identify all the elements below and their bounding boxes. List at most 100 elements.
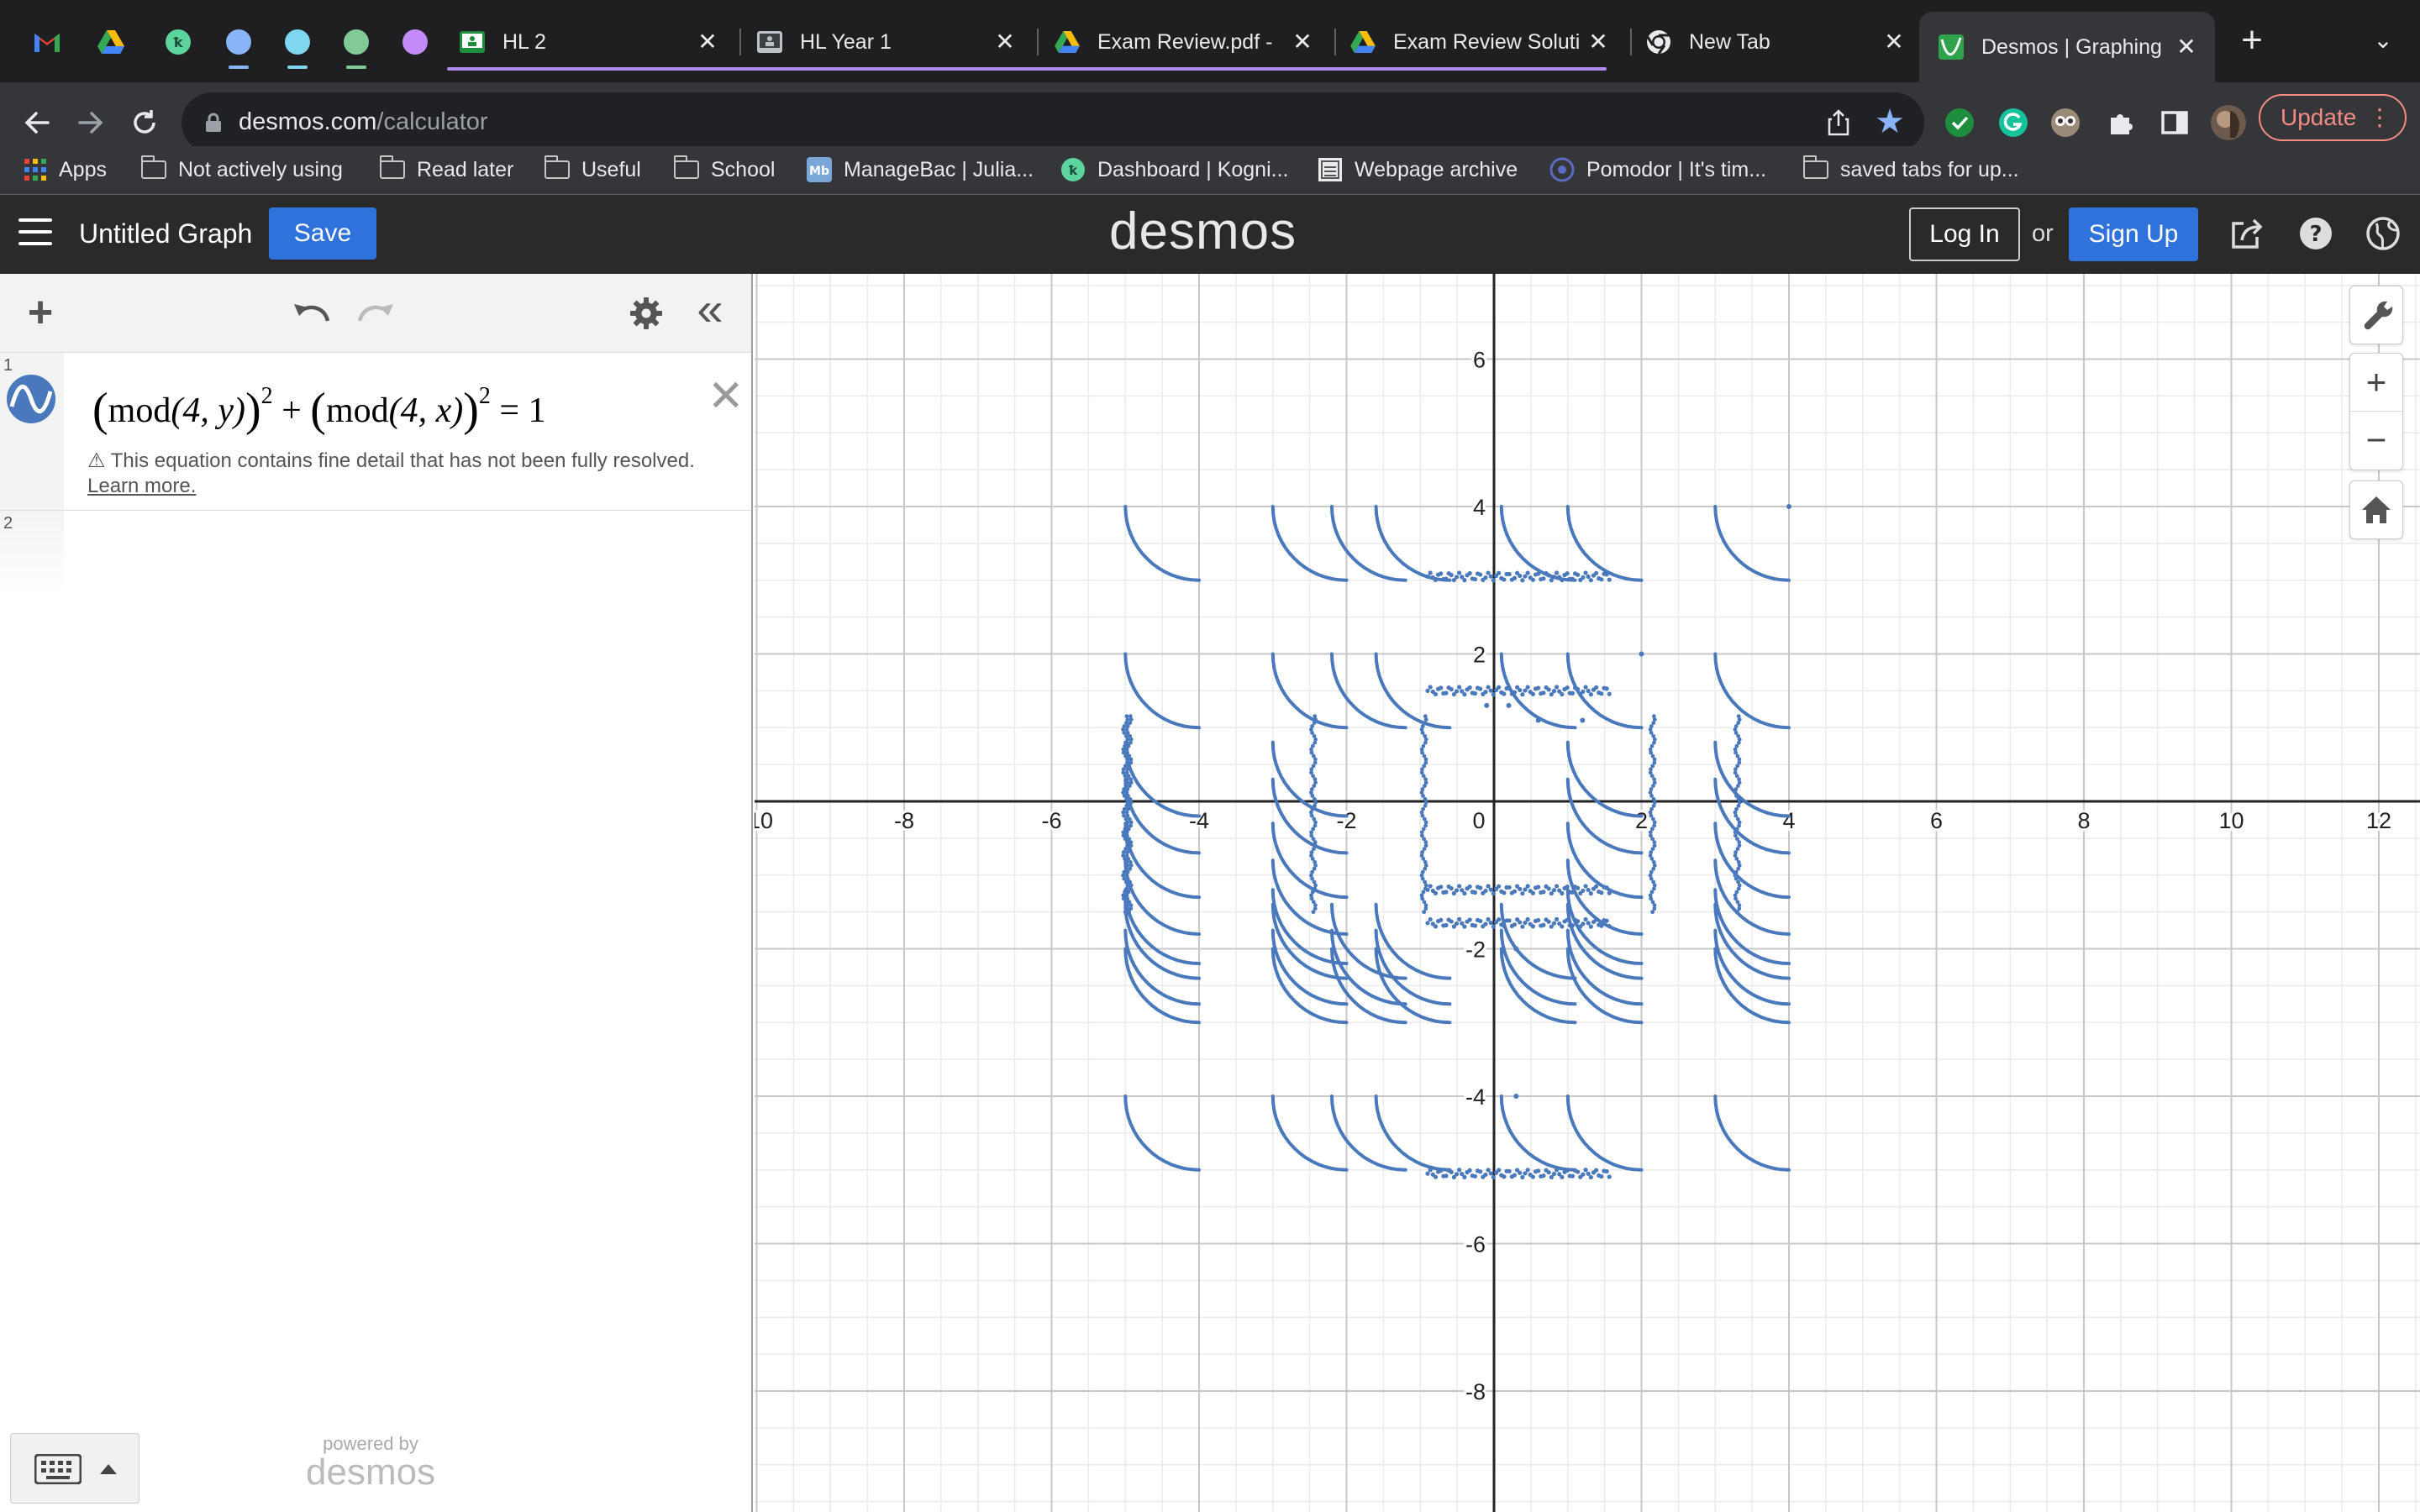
lock-icon[interactable] [205, 113, 222, 133]
zoom-in-icon[interactable]: + [2350, 354, 2402, 411]
address-bar[interactable]: desmos.com/calculator ★ [182, 92, 1924, 153]
curve-fine-detail [1128, 879, 1133, 885]
extensions-puzzle-icon[interactable] [2106, 108, 2136, 138]
help-icon[interactable]: ? [2297, 215, 2334, 252]
curve-fine-detail [1507, 918, 1512, 923]
bookmark-pomodoro[interactable]: Pomodor | It's tim... [1549, 153, 1766, 186]
curve-fine-detail [1560, 924, 1565, 929]
grammarly-icon[interactable] [1998, 108, 2028, 138]
expression-formula[interactable]: (mod(4, y))2 + (mod(4, x))2 = 1 [92, 383, 546, 437]
tab-close-icon[interactable]: ✕ [694, 29, 721, 55]
curve-fine-detail [1607, 691, 1612, 696]
tab-hl-year-1[interactable]: HL Year 1 ✕ [756, 13, 1034, 71]
graph-title[interactable]: Untitled Graph [79, 218, 252, 249]
curve-fine-detail [1462, 692, 1467, 697]
gear-icon[interactable] [629, 296, 664, 331]
curve-fine-detail [1467, 1168, 1472, 1173]
curve-fine-detail [1488, 921, 1493, 926]
google-classroom-icon [756, 29, 783, 55]
expression-gutter: 2 [0, 511, 64, 595]
graph-visibility-icon[interactable] [5, 373, 57, 425]
curve-fine-detail [1554, 685, 1560, 690]
save-button[interactable]: Save [269, 207, 376, 260]
tab-search-button[interactable]: ⌄ [2366, 20, 2400, 60]
curve-fine-detail [1454, 689, 1460, 694]
curve-fine-detail [1652, 863, 1657, 868]
tab-exam-review-solutions[interactable]: Exam Review Soluti ✕ [1349, 13, 1627, 71]
url-text[interactable]: desmos.com/calculator [239, 108, 488, 136]
reload-button[interactable] [123, 101, 166, 144]
home-control[interactable] [2349, 480, 2403, 539]
bookmark-kognity-dashboard[interactable]: ꝁ Dashboard | Kogni... [1060, 153, 1288, 186]
bookmark-webpage-archive[interactable]: Webpage archive [1318, 153, 1518, 186]
tab-exam-review-pdf[interactable]: Exam Review.pdf - G ✕ [1054, 13, 1331, 71]
bookmark-read-later[interactable]: Read later [380, 153, 513, 186]
zoom-out-icon[interactable]: − [2350, 411, 2402, 468]
log-in-button[interactable]: Log In [1909, 207, 2020, 261]
bookmark-star-icon[interactable]: ★ [1872, 104, 1907, 139]
redo-icon[interactable] [356, 296, 397, 329]
curve-fine-detail [1607, 577, 1612, 582]
curve-fine-detail [1507, 685, 1512, 691]
x-tick-label: -10 [755, 808, 773, 833]
bookmark-school[interactable]: School [674, 153, 775, 186]
undo-icon[interactable] [291, 296, 331, 329]
or-text: or [2032, 220, 2054, 247]
curve-fine-detail [1313, 863, 1318, 868]
tab-close-icon[interactable]: ✕ [2173, 34, 2200, 60]
sign-up-button[interactable]: Sign Up [2069, 207, 2198, 261]
bookmark-not-actively-using[interactable]: Not actively using [141, 153, 343, 186]
tab-desmos-active[interactable]: Desmos | Graphing ✕ [1919, 12, 2215, 82]
hamburger-menu-icon[interactable] [18, 218, 52, 249]
learn-more-link[interactable]: Learn more. [87, 475, 196, 497]
curve-fine-detail [1560, 890, 1565, 896]
add-item-icon[interactable]: + [24, 291, 57, 334]
curve-fine-detail [1454, 1172, 1460, 1177]
tab-close-icon[interactable]: ✕ [1881, 29, 1907, 55]
pinned-tab-purple[interactable] [393, 20, 437, 64]
tab-close-icon[interactable]: ✕ [1585, 29, 1612, 55]
graph-plot[interactable]: -10 -8 -6 -4 -2 0 2 4 6 8 10 12 6 4 2 -2 -4 -6 -8 [755, 274, 2420, 1512]
owl-extension-icon[interactable] [2050, 108, 2081, 138]
back-button[interactable] [15, 101, 59, 144]
share-icon[interactable] [1823, 108, 1854, 138]
bookmark-useful[interactable]: Useful [544, 153, 641, 186]
curve-fine-detail [1586, 574, 1591, 580]
bookmark-managebac[interactable]: Mb ManageBac | Julia... [807, 153, 1034, 186]
pinned-tab-gmail[interactable] [25, 20, 69, 64]
graph-settings-control[interactable] [2349, 286, 2403, 344]
collapse-panel-icon[interactable]: « [691, 286, 729, 333]
curve-fine-detail [1502, 691, 1507, 696]
side-panel-icon[interactable] [2160, 108, 2190, 138]
curve-fine-detail [1425, 921, 1430, 926]
tab-close-icon[interactable]: ✕ [1289, 29, 1316, 55]
curve-fine-detail [1530, 1174, 1535, 1179]
tab-new-tab[interactable]: New Tab ✕ [1645, 13, 1923, 71]
tab-close-icon[interactable]: ✕ [992, 29, 1018, 55]
forward-button[interactable] [69, 101, 113, 144]
update-button[interactable]: Update ⋮ [2259, 94, 2407, 141]
pinned-tab-kognity[interactable]: ꝁ [156, 20, 200, 64]
expression-row[interactable]: 1 (mod(4, y))2 + (mod(4, x))2 = 1 ✕ ⚠ Th… [0, 353, 751, 511]
profile-avatar[interactable] [2210, 104, 2247, 141]
graph-canvas[interactable]: -10 -8 -6 -4 -2 0 2 4 6 8 10 12 6 4 2 -2 -4 -6 -8 + − [755, 274, 2420, 1512]
bookmark-apps[interactable]: Apps [24, 153, 107, 186]
bookmark-saved-tabs[interactable]: saved tabs for up... [1803, 153, 2019, 186]
share-graph-icon[interactable] [2228, 215, 2265, 252]
home-icon[interactable] [2350, 481, 2402, 538]
delete-expression-icon[interactable]: ✕ [708, 375, 744, 418]
x-tick-label: 12 [2366, 808, 2391, 833]
pinned-tab-blue[interactable] [217, 20, 260, 69]
bookmark-label: Webpage archive [1355, 157, 1518, 181]
new-tab-button[interactable]: + [2232, 20, 2272, 60]
tab-hl2[interactable]: HL 2 ✕ [459, 13, 736, 71]
expression-row-empty[interactable]: 2 [0, 511, 751, 595]
curve-fine-detail [1491, 924, 1496, 929]
pinned-tab-cyan[interactable] [276, 20, 319, 69]
keypad-toggle-button[interactable] [10, 1433, 139, 1504]
pinned-tab-drive[interactable] [89, 20, 133, 64]
wrench-icon[interactable] [2350, 286, 2402, 344]
extension-check-icon[interactable] [1944, 108, 1975, 138]
language-globe-icon[interactable] [2365, 215, 2402, 252]
pinned-tab-green[interactable] [334, 20, 378, 69]
